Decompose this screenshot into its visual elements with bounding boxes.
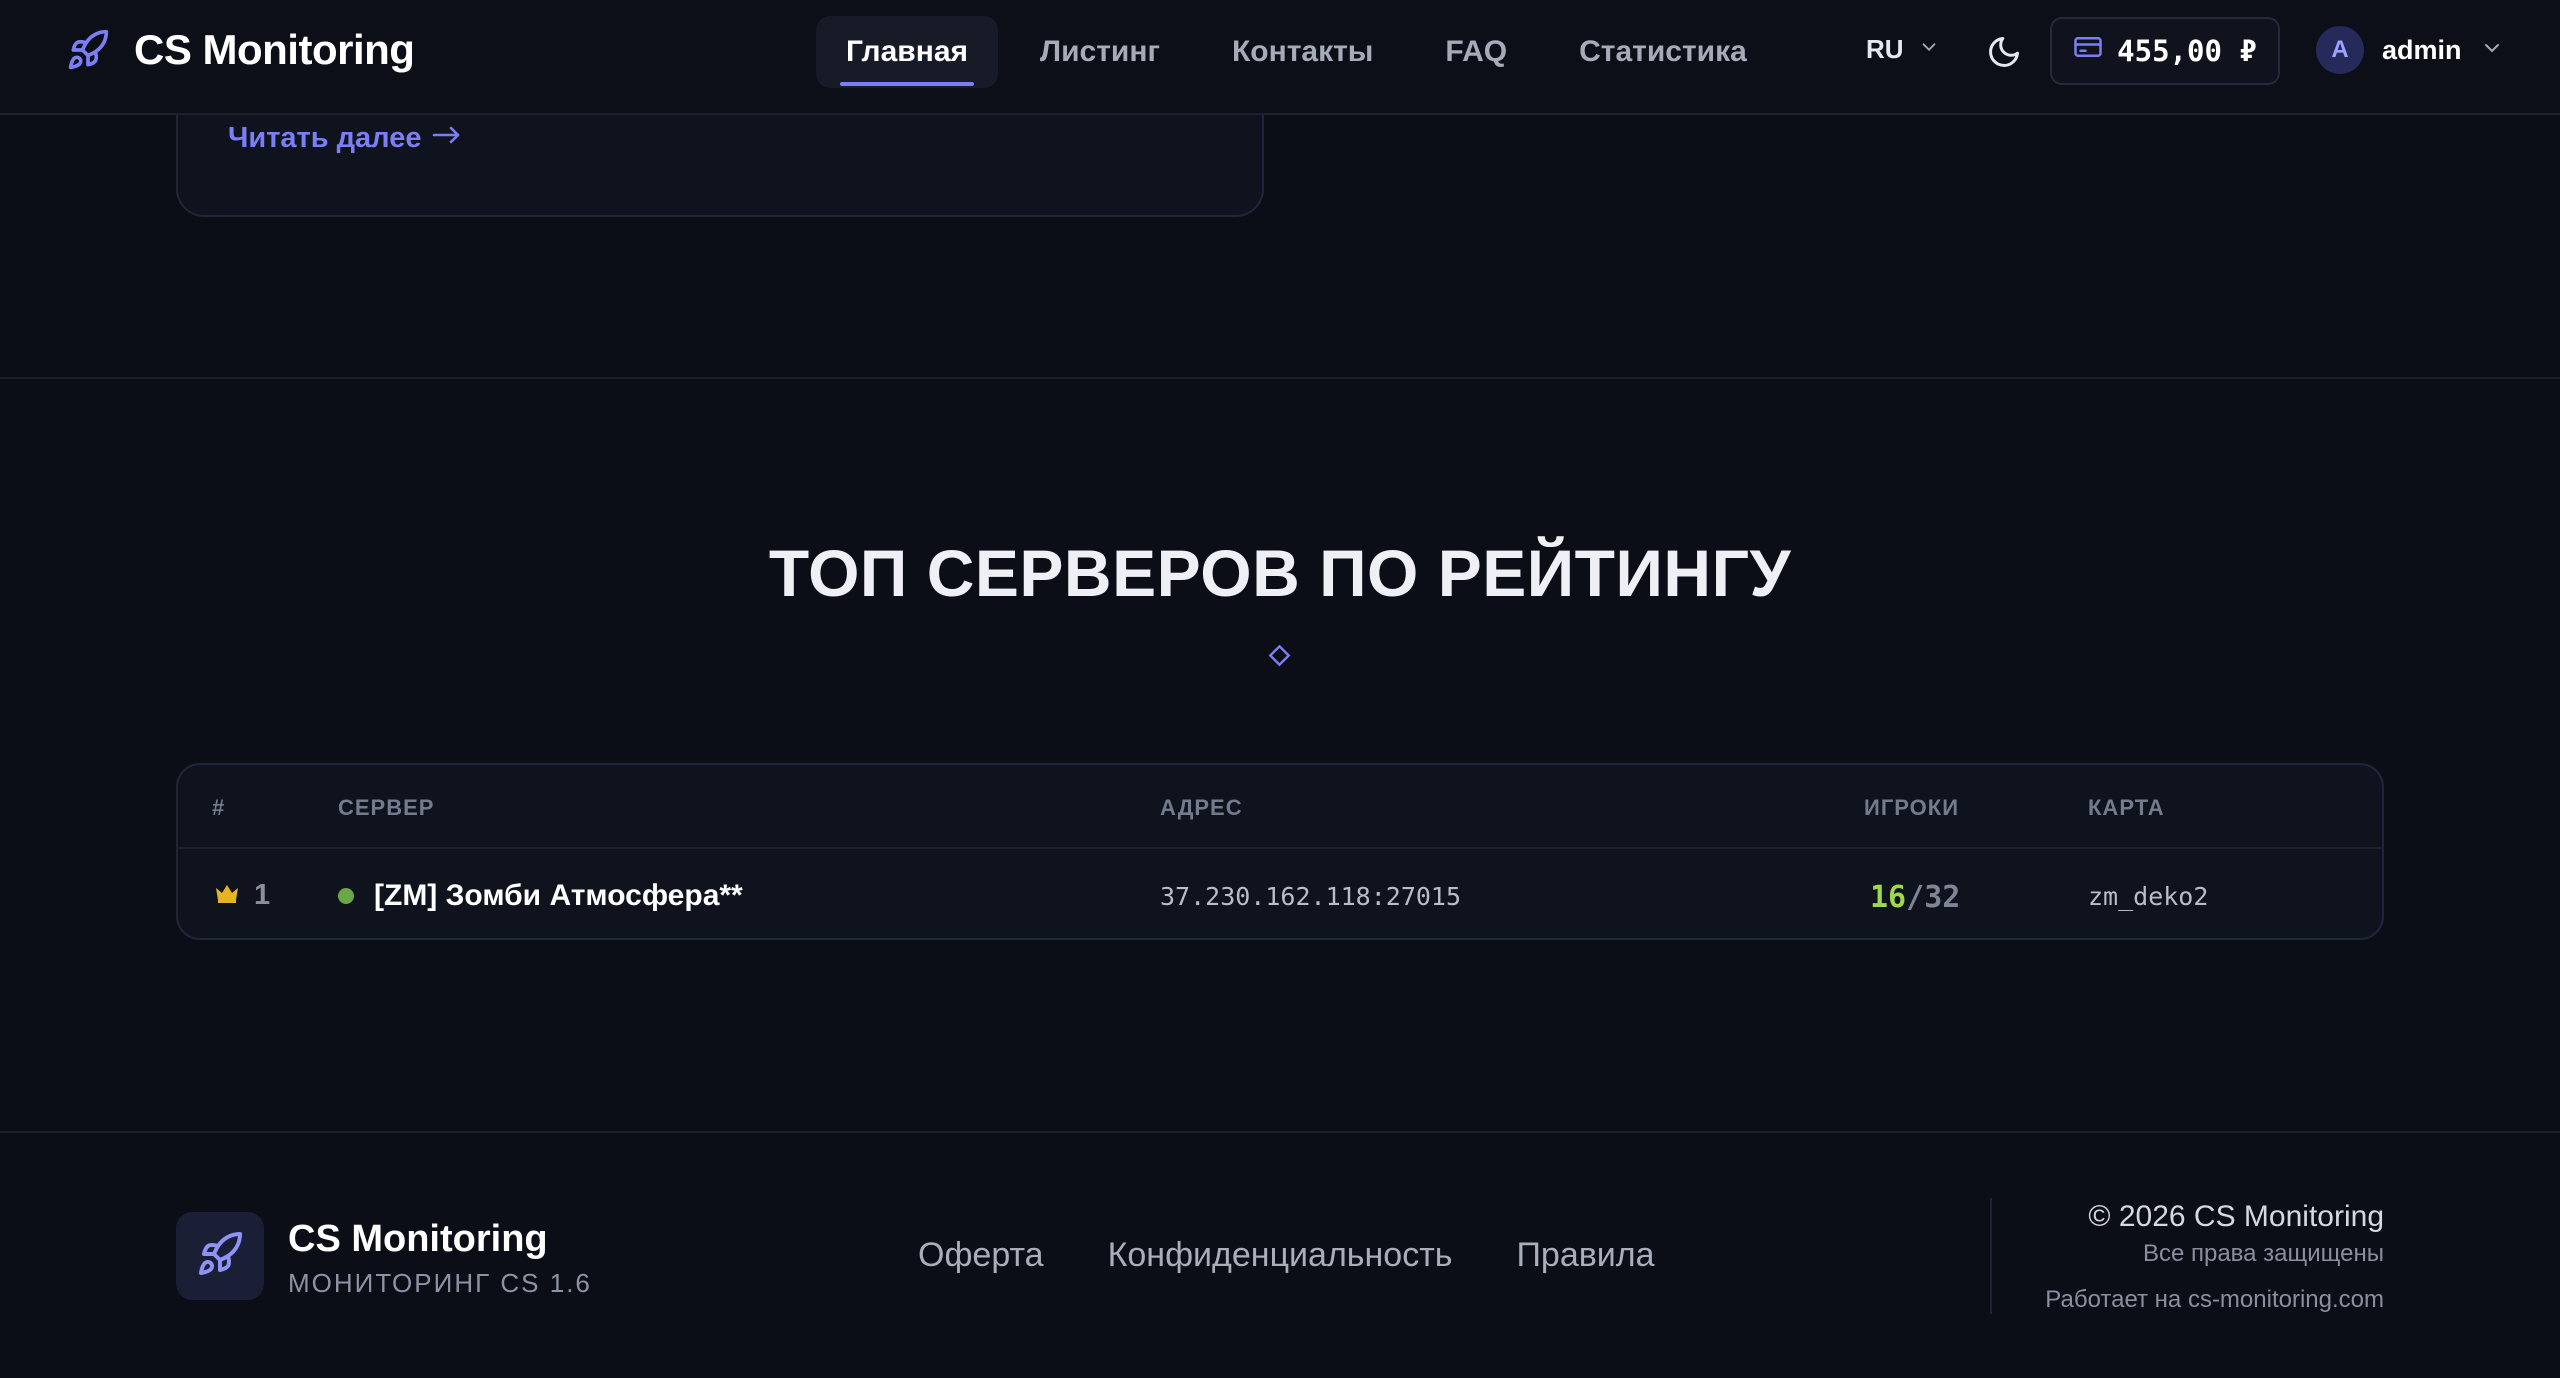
balance-amount: 455,00 ₽ (2117, 34, 2257, 68)
crown-icon (214, 879, 240, 912)
rocket-icon (64, 26, 112, 74)
column-server: СЕРВЕР (338, 795, 435, 820)
rights-text: Все права защищены (2142, 1240, 2384, 1267)
footer-subtitle: МОНИТОРИНГ CS 1.6 (288, 1268, 592, 1298)
server-name[interactable]: [ZM] Зомби Атмосфера** (374, 879, 743, 913)
column-players: ИГРОКИ (1864, 795, 1960, 820)
copyright: © 2026 CS Monitoring (2088, 1200, 2384, 1233)
table-header: # СЕРВЕР АДРЕС ИГРОКИ КАРТА (178, 765, 2382, 849)
credit-card-icon (2073, 32, 2103, 70)
column-rank: # (212, 795, 226, 820)
footer-divider (0, 1131, 2560, 1133)
column-address: АДРЕС (1160, 795, 1243, 820)
footer-logo[interactable] (176, 1212, 264, 1300)
footer-link-rules[interactable]: Правила (1516, 1236, 1654, 1275)
footer-info: © 2026 CS Monitoring Все права защищены … (2045, 1200, 2384, 1314)
read-more-label: Читать далее (228, 122, 422, 154)
nav-faq[interactable]: FAQ (1415, 16, 1537, 88)
nav-contacts[interactable]: Контакты (1202, 16, 1403, 88)
rocket-icon (196, 1230, 244, 1283)
column-map: КАРТА (2088, 795, 2165, 820)
players-separator: / (1906, 880, 1925, 915)
moon-icon (1986, 37, 2022, 74)
footer-brand-name: CS Monitoring (288, 1218, 548, 1260)
read-more-link[interactable]: Читать далее (228, 122, 463, 155)
chevron-down-icon (2480, 36, 2504, 65)
table-row[interactable]: 1 [ZM] Зомби Атмосфера** 37.230.162.118:… (178, 849, 2382, 938)
title-ornament (1075, 644, 1485, 667)
arrow-right-icon (431, 122, 463, 155)
nav-home[interactable]: Главная (816, 16, 999, 88)
powered-by[interactable]: Работает на cs-monitoring.com (2045, 1286, 2384, 1314)
avatar: A (2316, 26, 2364, 74)
nav-listing[interactable]: Листинг (1010, 16, 1190, 88)
players-current: 16 (1870, 880, 1907, 915)
rank-number: 1 (254, 879, 271, 911)
section-title: ТОП СЕРВЕРОВ ПО РЕЙТИНГУ (768, 536, 1792, 610)
user-menu[interactable]: A admin (2316, 26, 2504, 74)
language-selector[interactable]: RU (1866, 34, 1940, 65)
footer-separator (1990, 1198, 1992, 1314)
balance-button[interactable]: 455,00 ₽ (2050, 17, 2280, 85)
language-label: RU (1866, 34, 1904, 64)
theme-toggle-button[interactable] (1986, 34, 2026, 74)
map-name: zm_deko2 (2088, 882, 2209, 911)
username: admin (2382, 34, 2462, 65)
chevron-down-icon (1918, 34, 1940, 65)
nav-statistics[interactable]: Статистика (1549, 16, 1777, 88)
players-cell: 16/32 (1870, 880, 1960, 915)
server-cell: [ZM] Зомби Атмосфера** (338, 879, 743, 913)
section-divider (0, 377, 2560, 379)
top-servers-table: # СЕРВЕР АДРЕС ИГРОКИ КАРТА 1 [ZM] Зомби… (176, 763, 2384, 940)
top-navbar: CS Monitoring Главная Листинг Контакты F… (0, 0, 2560, 115)
players-max: 32 (1924, 880, 1961, 915)
online-dot-icon (338, 888, 354, 904)
brand-name: CS Monitoring (134, 26, 415, 73)
server-address[interactable]: 37.230.162.118:27015 (1160, 882, 1461, 911)
main-nav: Главная Листинг Контакты FAQ Статистика (816, 16, 1789, 88)
footer-link-privacy[interactable]: Конфиденциальность (1108, 1236, 1453, 1275)
footer-link-offer[interactable]: Оферта (918, 1236, 1044, 1275)
rank-cell: 1 (214, 879, 270, 912)
brand-logo[interactable]: CS Monitoring (64, 26, 415, 74)
footer-links: Оферта Конфиденциальность Правила (918, 1236, 1655, 1275)
